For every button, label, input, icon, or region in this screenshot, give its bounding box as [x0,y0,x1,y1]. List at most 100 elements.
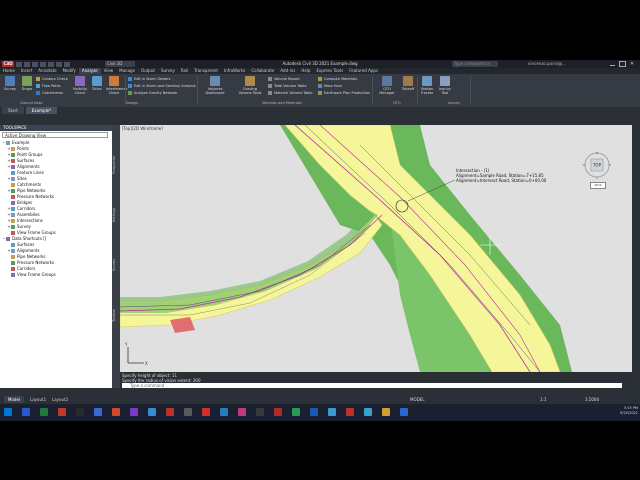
tree-node-icon [11,225,15,229]
close-icon[interactable]: ✕ [630,62,635,67]
total-volume-table-button[interactable]: Total Volume Table [268,83,306,89]
visibility-check-label: Visibility Check [72,87,88,95]
volumes-dashboard-button[interactable]: Volumes Dashboard [200,76,230,95]
flow-paths-button[interactable]: Flow Paths [36,83,61,89]
volume-report-button[interactable]: Volume Report [268,76,300,82]
qto-manager-button[interactable]: QTO Manager [376,76,398,95]
side-tab-survey[interactable]: Survey [112,245,120,285]
tree-node-icon [11,183,15,187]
catchments-icon [36,91,40,95]
analyze-gravity-button[interactable]: Analyze Gravity Network [128,90,177,96]
autocad-icon[interactable] [274,408,282,416]
station-tracker-icon [422,76,432,86]
print-icon[interactable] [48,61,54,67]
design-panel-title[interactable]: Design [126,101,138,105]
mass-haul-button[interactable]: Mass Haul [318,83,342,89]
office-icon[interactable] [112,408,120,416]
search-input[interactable]: Type a keyword or phrase [452,61,498,72]
maximize-icon[interactable] [619,61,626,67]
tree-node-icon [11,177,15,181]
layout-tab[interactable]: Layout1 [26,396,50,403]
undo-icon[interactable] [56,61,62,67]
edit-storm-sewers-button[interactable]: Edit in Storm Sewers [128,76,170,82]
save-icon[interactable] [32,61,38,67]
analyze-gravity-label: Analyze Gravity Network [134,91,178,95]
side-tab-settings[interactable]: Settings [112,195,120,235]
ground-data-panel-title[interactable]: Ground Data [20,101,42,105]
material-volume-table-button[interactable]: Material Volume Table [268,90,313,96]
edit-storm-sanitary-button[interactable]: Edit in Storm and Sanitary Analysis [128,83,196,89]
app-menu-button[interactable]: C3D [2,61,14,67]
drive-button[interactable]: Drive [89,76,105,91]
layout-tab[interactable]: Layout2 [48,396,72,403]
viewcube[interactable]: TOP N S E W [582,150,612,180]
app-icon[interactable] [346,408,354,416]
takeoff-button[interactable]: Takeoff [400,76,416,91]
visibility-check-button[interactable]: Visibility Check [72,76,88,95]
start-icon[interactable] [4,408,12,416]
tree-item-label: Alignments [17,248,40,253]
volumes-panel-title[interactable]: Volumes and Materials [262,101,302,105]
app-icon[interactable] [328,408,336,416]
flow-paths-label: Flow Paths [42,84,61,88]
side-tab-prospector[interactable]: Prospector [112,145,120,185]
explorer-icon[interactable] [94,408,102,416]
tree-item[interactable]: View Frame Groups [2,272,110,278]
command-input[interactable]: Type a command [122,383,622,388]
wcs-menu[interactable]: WCS [590,182,606,189]
app-icon[interactable] [400,408,408,416]
acrobat-icon[interactable] [166,408,174,416]
app-icon[interactable] [202,408,210,416]
side-tab-toolbox[interactable]: Toolbox [112,295,120,335]
earthwork-plan-button[interactable]: Earthwork Plan Production [318,90,370,96]
interference-check-button[interactable]: Interference Check [106,76,127,95]
task-view-icon[interactable] [40,408,48,416]
survey-button[interactable]: Survey [2,76,18,91]
app-icon[interactable] [238,408,246,416]
inquiry-panel-title[interactable]: Inquiry [448,101,460,105]
annotation-scale[interactable]: 1:1 [540,396,546,403]
app-icon[interactable] [292,408,300,416]
app-icon[interactable] [256,408,264,416]
tree-item-label: View Frame Groups [17,272,56,277]
catchments-button[interactable]: Catchments [36,90,63,96]
new-icon[interactable] [16,61,22,67]
terminal-icon[interactable] [76,408,84,416]
edge-icon[interactable] [58,408,66,416]
model-space-toggle[interactable]: MODEL [410,396,424,403]
document-tab[interactable]: Example* [25,107,58,114]
tree-item-label: Alignments [17,164,40,169]
station-tracker-button[interactable]: Station Tracker [419,76,435,95]
qto-panel-title[interactable]: QTO [393,101,401,105]
drawing-canvas[interactable]: Intersection - (1) Alignment=Sample Road… [120,125,632,372]
contour-check-button[interactable]: Contour Check [36,76,68,82]
inquiry-tool-button[interactable]: Inquiry Tool [437,76,453,95]
view-selector-dropdown[interactable]: Active Drawing View [2,132,108,138]
mail-icon[interactable] [148,408,156,416]
viewport-controls-label[interactable]: [Top][2D Wireframe] [122,126,163,131]
search-icon[interactable] [22,408,30,416]
app-icon[interactable] [130,408,138,416]
layout-tab[interactable]: Model [4,396,25,403]
save-as-icon[interactable] [40,61,46,67]
zoom-readout[interactable]: 3.5000 [585,396,599,403]
app-icon[interactable] [364,408,372,416]
document-tab[interactable]: Start [2,107,24,114]
workspace-dropdown[interactable]: Civil 3D [105,61,135,67]
drape-button[interactable]: Drape [19,76,35,91]
compute-materials-button[interactable]: Compute Materials [318,76,357,82]
minimize-icon[interactable] [610,65,615,66]
system-clock[interactable]: 3:15 PM 9/25/2021 [616,406,638,416]
viewcube-face-label: TOP [592,163,602,168]
app-icon[interactable] [382,408,390,416]
user-account[interactable]: vincenzo.parisi@... [528,60,566,68]
app-icon[interactable] [220,408,228,416]
grading-volume-tools-button[interactable]: Grading Volume Tools [236,76,264,95]
open-icon[interactable] [24,61,30,67]
toolspace-title: TOOLSPACE [0,125,112,131]
title-bar: C3D Civil 3D Autodesk Civil 3D 2021 Exam… [0,60,640,72]
settings-icon[interactable] [184,408,192,416]
inquiry-tool-label: Inquiry Tool [438,87,452,95]
redo-icon[interactable] [64,61,70,67]
app-icon[interactable] [310,408,318,416]
